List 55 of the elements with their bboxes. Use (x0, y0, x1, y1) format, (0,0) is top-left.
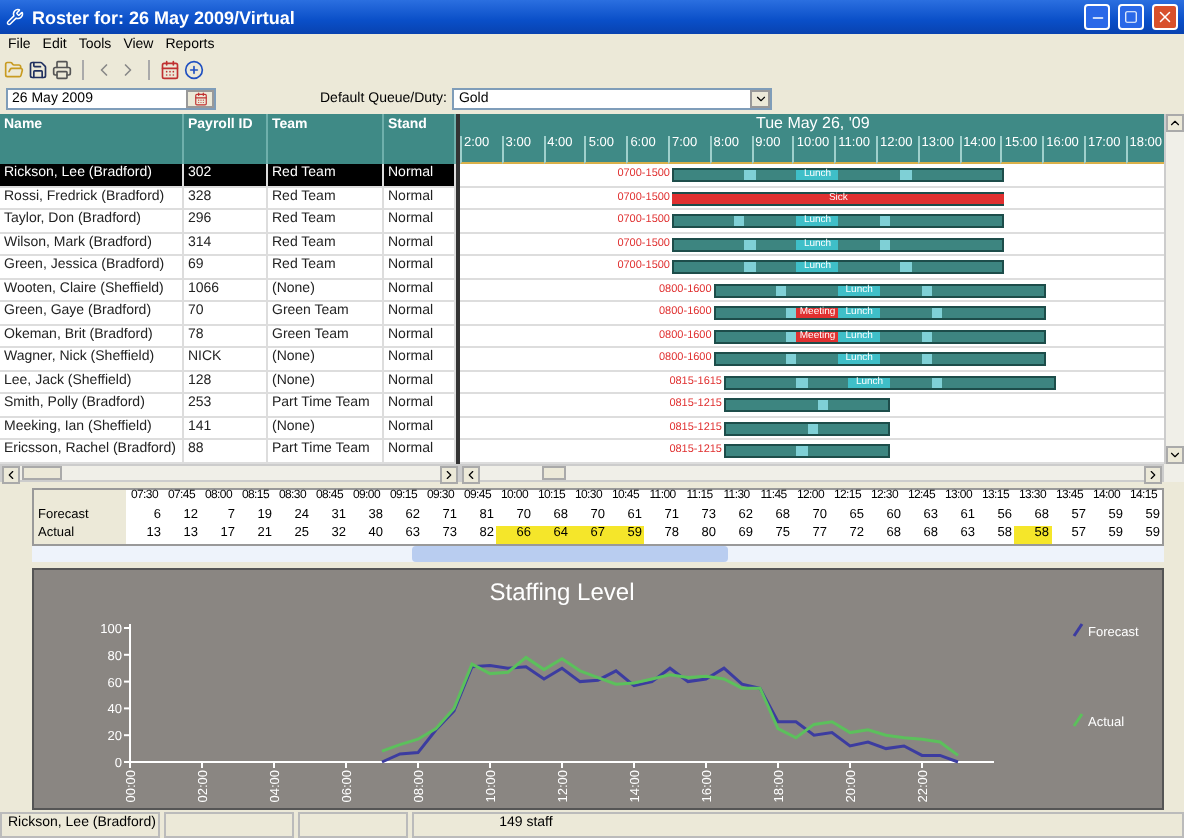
break-block[interactable] (796, 377, 808, 387)
chevron-up-icon (1168, 116, 1182, 130)
scroll-thumb[interactable] (542, 466, 566, 480)
save-icon[interactable] (28, 60, 48, 80)
scroll-left-button[interactable] (462, 466, 480, 484)
minimize-button[interactable] (1084, 4, 1110, 30)
vertical-scrollbar[interactable] (1164, 114, 1184, 464)
timeline-date: Tue May 26, '09 (753, 114, 872, 136)
scroll-up-button[interactable] (1166, 114, 1184, 132)
wrench-icon (6, 8, 24, 26)
add-icon[interactable] (184, 60, 204, 80)
window-title: Roster for: 26 May 2009/Virtual (32, 7, 297, 27)
header-corner (34, 490, 126, 508)
horizontal-scrollbar[interactable] (460, 464, 1164, 482)
chevron-down-icon (1168, 448, 1182, 462)
calendar-icon[interactable] (160, 60, 180, 80)
shift-bar[interactable] (724, 398, 891, 412)
break-block[interactable] (880, 239, 891, 249)
break-block[interactable] (921, 285, 932, 295)
legend-swatch (1072, 713, 1084, 727)
break-block[interactable] (921, 331, 932, 341)
scroll-left-button[interactable] (2, 466, 20, 484)
chart-title: Staffing Level (489, 578, 635, 606)
chevron-down-icon (753, 92, 768, 106)
chevron-left-icon (4, 468, 18, 482)
status-panel (164, 812, 294, 838)
calendar-icon (193, 92, 207, 106)
horizontal-scrollbar[interactable] (32, 546, 1164, 562)
break-block[interactable] (932, 377, 943, 387)
break-block[interactable] (786, 331, 797, 341)
scroll-right-button[interactable] (440, 466, 458, 484)
close-button[interactable] (1152, 4, 1178, 30)
calendar-button[interactable] (186, 90, 214, 108)
break-block[interactable] (775, 285, 787, 295)
status-panel (297, 812, 408, 838)
chevron-right-icon (442, 468, 456, 482)
legend-swatch (1072, 623, 1084, 637)
chevron-right-icon (1146, 468, 1160, 482)
maximize-button[interactable] (1118, 4, 1144, 30)
scroll-down-button[interactable] (1166, 446, 1184, 464)
chevron-left-icon (464, 468, 478, 482)
break-block[interactable] (744, 239, 756, 249)
y-axis (123, 623, 131, 763)
shift-bar[interactable] (724, 444, 891, 458)
maximize-icon (1124, 10, 1138, 24)
shift-bar[interactable] (724, 421, 891, 435)
close-icon (1156, 8, 1174, 26)
break-block[interactable] (807, 423, 818, 433)
break-block[interactable] (786, 308, 797, 318)
scroll-thumb[interactable] (22, 466, 62, 480)
printer-icon[interactable] (52, 60, 72, 80)
scroll-thumb[interactable] (412, 546, 728, 562)
horizontal-scrollbar[interactable] (0, 464, 460, 482)
dropdown-button[interactable] (750, 90, 771, 108)
scroll-right-button[interactable] (1144, 466, 1162, 484)
